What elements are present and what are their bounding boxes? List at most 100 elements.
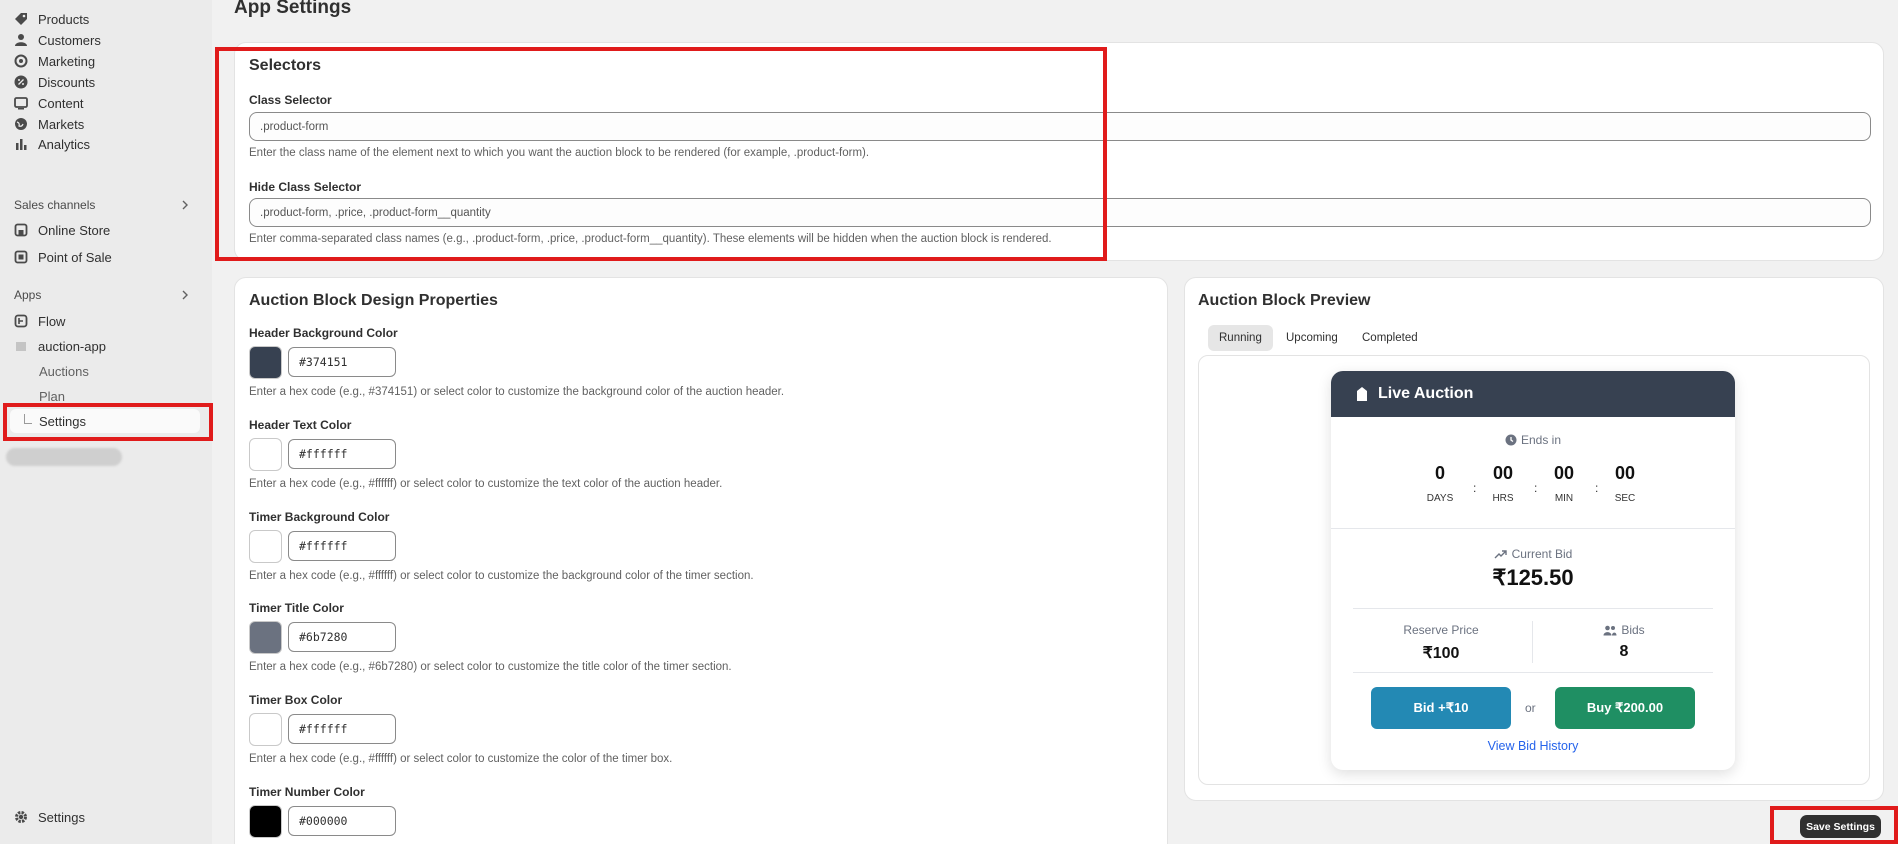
- timer-title-help: Enter a hex code (e.g., #6b7280) or sele…: [249, 661, 732, 673]
- store-icon: [14, 223, 28, 237]
- sidebar-item-customers[interactable]: Customers: [14, 29, 101, 51]
- timer-days-label: DAYS: [1426, 493, 1454, 504]
- widget-header-title: Live Auction: [1378, 385, 1474, 402]
- sidebar-item-settings[interactable]: Settings: [14, 806, 85, 828]
- person-icon: [14, 33, 28, 47]
- timer-title-swatch[interactable]: [249, 621, 282, 654]
- timer-title-label: Timer Title Color: [249, 601, 344, 615]
- sidebar-item-discounts[interactable]: Discounts: [14, 71, 95, 93]
- timer-box-label: Timer Box Color: [249, 693, 343, 707]
- sidebar-item-products[interactable]: Products: [14, 8, 89, 30]
- sidebar-item-label: Online Store: [38, 222, 111, 238]
- tag-icon: [14, 12, 28, 26]
- header-text-swatch[interactable]: [249, 438, 282, 471]
- hide-selector-label: Hide Class Selector: [249, 180, 362, 194]
- sidebar-item-label: Products: [38, 11, 90, 27]
- header-bg-label: Header Background Color: [249, 326, 398, 340]
- auction-widget: Live Auction Ends in 0 DAYS : 00 HRS : 0…: [1331, 371, 1735, 770]
- sidebar-item-label: Analytics: [38, 136, 91, 152]
- sidebar-item-label: Settings: [38, 809, 85, 825]
- timer-box-swatch[interactable]: [249, 713, 282, 746]
- tab-upcoming[interactable]: Upcoming: [1275, 325, 1349, 351]
- gear-icon: [14, 810, 28, 824]
- sidebar-item-point-of-sale[interactable]: Point of Sale: [14, 246, 112, 268]
- current-bid-label: Current Bid: [1511, 547, 1573, 561]
- timer-seconds-value: 00: [1614, 463, 1636, 483]
- or-text: or: [1525, 701, 1536, 715]
- sidebar-item-online-store[interactable]: Online Store: [14, 219, 110, 241]
- sidebar-item-markets[interactable]: Markets: [14, 113, 84, 135]
- timer-box-hex-input[interactable]: #ffffff: [288, 714, 396, 744]
- sidebar: Products Customers Marketing Discounts C…: [0, 0, 212, 844]
- sidebar-item-analytics[interactable]: Analytics: [14, 133, 90, 155]
- sidebar-item-label: Flow: [38, 313, 66, 329]
- users-icon: [1603, 625, 1617, 635]
- blurred-item: [6, 448, 122, 466]
- current-bid-label-row: Current Bid: [1331, 547, 1735, 561]
- timer-bg-hex-input[interactable]: #ffffff: [288, 531, 396, 561]
- reserve-price-value: ₹100: [1422, 645, 1460, 662]
- current-bid-value: ₹125.50: [1492, 565, 1574, 590]
- selectors-title: Selectors: [249, 57, 322, 74]
- chevron-right-icon: [182, 200, 188, 210]
- sidebar-sub-plan[interactable]: Plan: [39, 389, 65, 404]
- ends-in: Ends in: [1331, 433, 1735, 447]
- buy-button[interactable]: Buy ₹200.00: [1555, 687, 1695, 729]
- sidebar-sub-auctions[interactable]: Auctions: [39, 364, 89, 379]
- target-icon: [14, 54, 28, 68]
- discount-icon: [14, 75, 28, 89]
- bids-label-row: Bids: [1534, 623, 1714, 637]
- timer-bg-label: Timer Background Color: [249, 510, 390, 524]
- header-bg-swatch[interactable]: [249, 346, 282, 379]
- bid-button[interactable]: Bid +₹10: [1371, 687, 1511, 729]
- sales-channels-label: Sales channels: [14, 198, 96, 212]
- timer-hours-label: HRS: [1492, 493, 1514, 504]
- trending-up-icon: [1494, 550, 1507, 559]
- hide-selector-input[interactable]: .product-form, .price, .product-form__qu…: [249, 198, 1871, 227]
- sidebar-item-label: Customers: [38, 32, 101, 48]
- timer-bg-help: Enter a hex code (e.g., #ffffff) or sele…: [249, 570, 754, 582]
- tab-running[interactable]: Running: [1208, 325, 1273, 351]
- sidebar-item-marketing[interactable]: Marketing: [14, 50, 95, 72]
- sidebar-item-content[interactable]: Content: [14, 92, 84, 114]
- timer-box-help: Enter a hex code (e.g., #ffffff) or sele…: [249, 753, 673, 765]
- timer-bg-swatch[interactable]: [249, 530, 282, 563]
- widget-header: Live Auction: [1331, 371, 1735, 417]
- view-bid-history-link[interactable]: View Bid History: [1331, 739, 1735, 753]
- header-text-hex-input[interactable]: #ffffff: [288, 439, 396, 469]
- class-selector-input[interactable]: .product-form: [249, 112, 1871, 141]
- sidebar-item-auction-app[interactable]: auction-app: [14, 335, 106, 357]
- divider: [1331, 528, 1735, 529]
- timer-minutes-label: MIN: [1554, 493, 1574, 504]
- sidebar-item-label: Point of Sale: [38, 249, 112, 265]
- design-properties-card: Auction Block Design Properties Header B…: [234, 277, 1168, 844]
- timer-days-value: 0: [1434, 463, 1445, 483]
- selectors-card: Selectors Class Selector .product-form E…: [234, 42, 1884, 261]
- sidebar-item-label: Content: [38, 95, 84, 111]
- timer-separator: :: [1534, 481, 1538, 495]
- timer-title-hex-input[interactable]: #6b7280: [288, 622, 396, 652]
- apps-header[interactable]: Apps: [14, 288, 190, 302]
- timer-number-hex-input[interactable]: #000000: [288, 806, 396, 836]
- timer-number-swatch[interactable]: [249, 805, 282, 838]
- bids-label: Bids: [1621, 623, 1645, 637]
- tree-branch-line: [24, 414, 32, 424]
- header-text-label: Header Text Color: [249, 418, 352, 432]
- vertical-divider: [1532, 621, 1533, 663]
- globe-icon: [14, 117, 28, 131]
- header-text-help: Enter a hex code (e.g., #ffffff) or sele…: [249, 478, 723, 490]
- chevron-right-icon: [182, 290, 188, 300]
- sidebar-sub-settings[interactable]: Settings: [39, 414, 86, 429]
- save-settings-button[interactable]: Save Settings: [1800, 815, 1881, 838]
- pos-icon: [14, 250, 28, 264]
- apps-label: Apps: [14, 288, 42, 302]
- tab-completed[interactable]: Completed: [1351, 325, 1429, 351]
- page-title: App Settings: [234, 0, 352, 18]
- reserve-price-label: Reserve Price: [1403, 623, 1479, 637]
- header-bg-hex-input[interactable]: #374151: [288, 347, 396, 377]
- sales-channels-header[interactable]: Sales channels: [14, 198, 190, 212]
- header-bg-help: Enter a hex code (e.g., #374151) or sele…: [249, 386, 785, 398]
- divider: [1353, 672, 1713, 673]
- sidebar-item-flow[interactable]: Flow: [14, 310, 65, 332]
- divider: [1353, 608, 1713, 609]
